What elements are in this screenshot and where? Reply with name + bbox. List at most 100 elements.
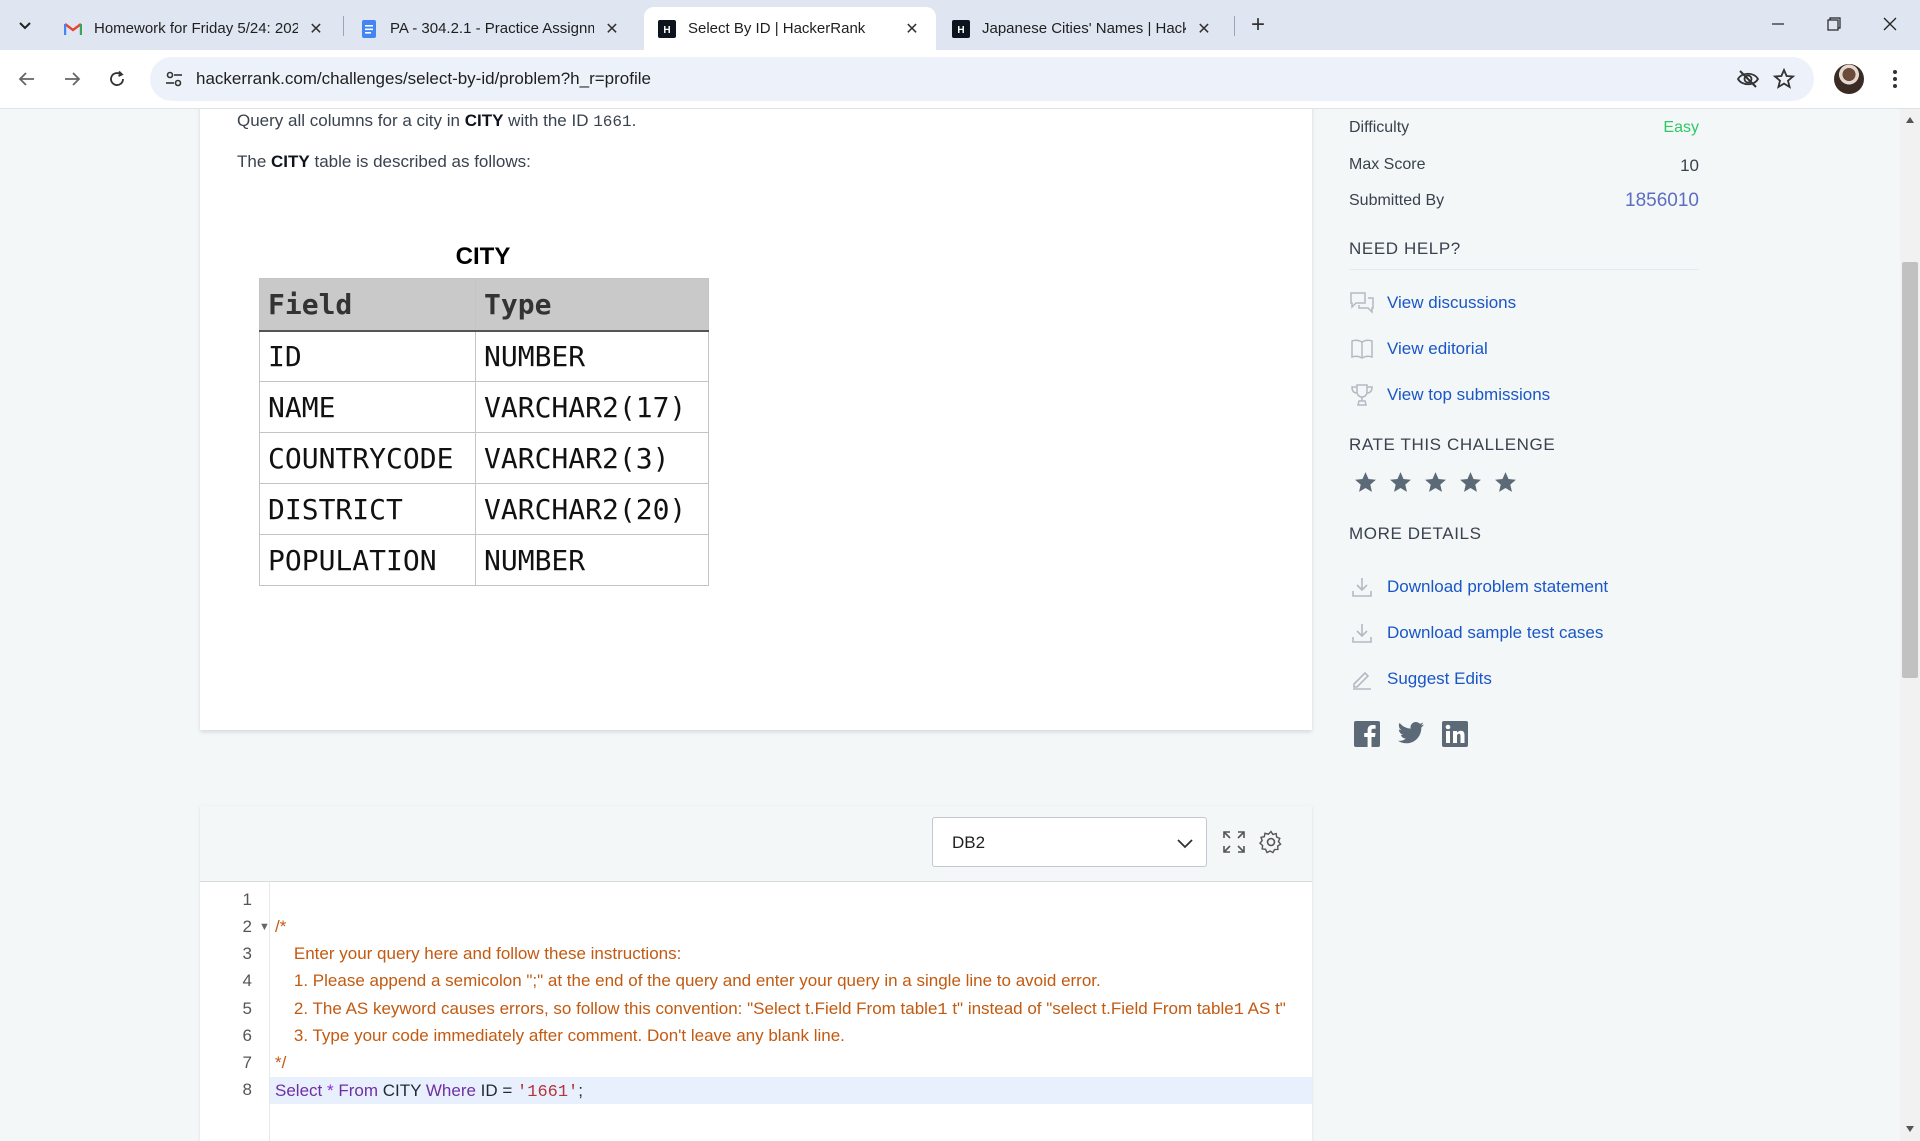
download-sample-test-cases-link[interactable]: Download sample test cases xyxy=(1349,620,1603,646)
rating-star-icon[interactable] xyxy=(1388,470,1413,500)
minimize-icon[interactable] xyxy=(1750,0,1806,48)
gmail-icon xyxy=(64,20,82,38)
view-discussions-link[interactable]: View discussions xyxy=(1349,290,1516,316)
type-cell: VARCHAR2(3) xyxy=(475,432,709,484)
tab-title: PA - 304.2.1 - Practice Assignment xyxy=(390,20,594,37)
link-label: Download problem statement xyxy=(1387,577,1609,596)
code-line: 3. Type your code immediately after comm… xyxy=(275,1026,845,1045)
code-input-area[interactable]: /* Enter your query here and follow thes… xyxy=(270,882,1312,1141)
tab-search-icon[interactable] xyxy=(10,10,40,40)
rating-star-icon[interactable] xyxy=(1353,470,1378,500)
close-icon[interactable]: ✕ xyxy=(602,19,622,39)
browser-toolbar: hackerrank.com/challenges/select-by-id/p… xyxy=(0,50,1920,109)
site-info-icon[interactable] xyxy=(162,67,186,91)
line-number: 2 xyxy=(242,917,252,936)
difficulty-label: Difficulty xyxy=(1349,119,1410,136)
field-cell: ID xyxy=(259,330,476,382)
problem-line-2: The CITY table is described as follows: xyxy=(237,152,531,171)
url-text: hackerrank.com/challenges/select-by-id/p… xyxy=(196,69,651,88)
view-top-submissions-link[interactable]: View top submissions xyxy=(1349,382,1550,408)
column-header: Type xyxy=(475,278,709,332)
rating-star-icon[interactable] xyxy=(1423,470,1448,500)
field-cell: DISTRICT xyxy=(259,483,476,535)
settings-gear-icon[interactable] xyxy=(1257,828,1285,856)
type-cell: VARCHAR2(20) xyxy=(475,483,709,535)
chevron-down-icon xyxy=(1174,832,1196,854)
page-content: Query all columns for a city in CITY wit… xyxy=(0,109,1920,1141)
profile-avatar[interactable] xyxy=(1834,64,1864,94)
line-number: 7 xyxy=(242,1053,252,1072)
code-line: */ xyxy=(275,1053,287,1072)
bookmark-star-icon[interactable] xyxy=(1772,67,1796,91)
field-cell: NAME xyxy=(259,381,476,433)
link-label: View top submissions xyxy=(1387,385,1551,404)
docs-icon xyxy=(360,19,378,38)
field-cell: COUNTRYCODE xyxy=(259,432,476,484)
column-header: Field xyxy=(259,278,476,332)
scroll-up-arrow-icon[interactable] xyxy=(1903,113,1917,127)
close-icon[interactable]: ✕ xyxy=(306,19,326,39)
table-row: DISTRICT VARCHAR2(20) xyxy=(259,483,709,535)
download-icon xyxy=(1349,620,1375,646)
view-editorial-link[interactable]: View editorial xyxy=(1349,336,1488,362)
back-arrow-icon[interactable] xyxy=(10,62,44,96)
tab-select-by-id[interactable]: H Select By ID | HackerRank ✕ xyxy=(644,7,936,50)
tab-divider xyxy=(1234,16,1235,36)
rating-star-icon[interactable] xyxy=(1493,470,1518,500)
browser-tab-strip: Homework for Friday 5/24: 2024 ✕ PA - 30… xyxy=(0,0,1920,50)
difficulty-row: Difficulty Easy xyxy=(1349,119,1699,137)
line-number: 4 xyxy=(242,971,252,990)
tab-practice-assignment[interactable]: PA - 304.2.1 - Practice Assignment ✕ xyxy=(346,7,636,50)
rating-star-icon[interactable] xyxy=(1458,470,1483,500)
language-select[interactable]: DB2 xyxy=(932,817,1207,867)
svg-text:H: H xyxy=(957,25,964,36)
eye-off-icon[interactable] xyxy=(1736,67,1760,91)
max-score-label: Max Score xyxy=(1349,156,1426,173)
line-number: 3 xyxy=(242,944,252,963)
max-score-row: Max Score 10 xyxy=(1349,156,1699,175)
forward-arrow-icon[interactable] xyxy=(55,62,89,96)
reload-icon[interactable] xyxy=(100,62,134,96)
address-bar[interactable]: hackerrank.com/challenges/select-by-id/p… xyxy=(150,57,1814,101)
line-number-gutter: 1 2 ▼ 3 4 5 6 7 8 xyxy=(200,882,270,1141)
code-editor-panel: DB2 1 2 ▼ 3 4 5 6 7 8 /* Enter your quer… xyxy=(200,806,1312,1141)
download-problem-statement-link[interactable]: Download problem statement xyxy=(1349,574,1608,600)
more-menu-icon[interactable] xyxy=(1880,64,1910,94)
code-line: /* xyxy=(275,917,287,936)
facebook-icon[interactable] xyxy=(1354,721,1380,752)
new-tab-icon[interactable]: + xyxy=(1245,11,1271,38)
table-row: POPULATION NUMBER xyxy=(259,534,709,586)
type-cell: NUMBER xyxy=(475,534,709,586)
linkedin-icon[interactable] xyxy=(1442,721,1468,752)
twitter-icon[interactable] xyxy=(1398,721,1424,752)
fold-arrow-icon[interactable]: ▼ xyxy=(259,921,270,933)
suggest-edits-link[interactable]: Suggest Edits xyxy=(1349,666,1492,692)
table-header-row: Field Type xyxy=(259,278,709,332)
link-label: View discussions xyxy=(1387,293,1517,312)
submitter-link[interactable]: 1856010 xyxy=(1625,190,1699,212)
scroll-down-arrow-icon[interactable] xyxy=(1903,1122,1917,1136)
close-icon[interactable]: ✕ xyxy=(902,19,922,39)
rate-challenge-heading: RATE THIS CHALLENGE xyxy=(1349,435,1556,454)
max-score-value: 10 xyxy=(1680,156,1699,175)
table-row: NAME VARCHAR2(17) xyxy=(259,381,709,433)
need-help-heading: NEED HELP? xyxy=(1349,239,1699,270)
field-cell: POPULATION xyxy=(259,534,476,586)
tab-gmail[interactable]: Homework for Friday 5/24: 2024 ✕ xyxy=(50,7,340,50)
active-code-line: Select * From CITY Where ID = '1661'; xyxy=(270,1077,1312,1104)
link-label: Suggest Edits xyxy=(1387,669,1492,688)
submitted-by-label: Submitted By xyxy=(1349,192,1445,209)
fullscreen-icon[interactable] xyxy=(1220,828,1248,856)
type-cell: NUMBER xyxy=(475,330,709,382)
close-window-icon[interactable] xyxy=(1862,0,1918,48)
tab-japanese-cities[interactable]: H Japanese Cities' Names | HackerRank ✕ xyxy=(938,7,1228,50)
line-number: 1 xyxy=(242,890,252,909)
line-number: 6 xyxy=(242,1026,252,1045)
tab-title: Japanese Cities' Names | HackerRank xyxy=(982,20,1186,37)
scrollbar-thumb[interactable] xyxy=(1902,262,1918,678)
restore-icon[interactable] xyxy=(1806,0,1862,48)
close-icon[interactable]: ✕ xyxy=(1194,19,1214,39)
problem-line-1: Query all columns for a city in CITY wit… xyxy=(237,111,637,131)
line-number: 5 xyxy=(242,999,252,1018)
table-caption: CITY xyxy=(455,243,511,270)
